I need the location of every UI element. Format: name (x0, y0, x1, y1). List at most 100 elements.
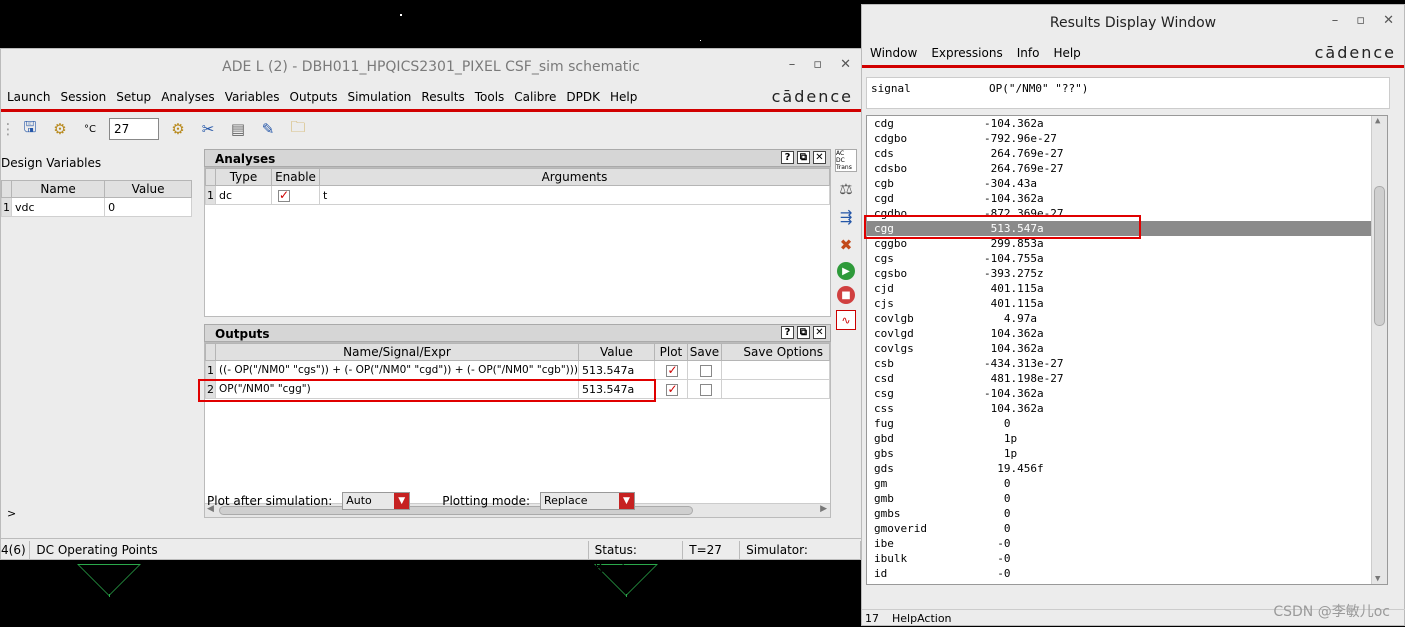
temperature-input[interactable]: 27 (109, 118, 159, 140)
result-row[interactable]: cgb -304.43a (867, 176, 1387, 191)
result-row[interactable]: cgs -104.755a (867, 251, 1387, 266)
open-folder-icon[interactable]: 🗀 (287, 118, 309, 140)
menu-results[interactable]: Results (421, 90, 464, 104)
save-checkbox[interactable] (699, 364, 712, 377)
table-row[interactable]: 1 vdc 0 (1, 197, 192, 217)
output-value-cell[interactable]: 513.547a (577, 360, 655, 380)
menu-info[interactable]: Info (1017, 46, 1040, 60)
menu-help[interactable]: Help (610, 90, 637, 104)
result-row[interactable]: gbd 1p (867, 431, 1387, 446)
vertical-scrollbar[interactable]: ▲ ▼ (1371, 116, 1387, 584)
plot-outputs-icon[interactable]: ∿ (836, 310, 856, 330)
plot-checkbox[interactable] (666, 382, 679, 396)
result-row[interactable]: cdgbo -792.96e-27 (867, 131, 1387, 146)
enable-checkbox[interactable] (278, 188, 290, 202)
result-row[interactable]: id -0 (867, 566, 1387, 581)
result-row[interactable]: cdg -104.362a (867, 116, 1387, 131)
float-icon[interactable]: ⧉ (797, 151, 810, 164)
delete-icon[interactable]: ✖ (835, 234, 857, 256)
plotting-mode-select[interactable]: Replace ▼ (540, 492, 636, 510)
menu-variables[interactable]: Variables (225, 90, 280, 104)
run-simulation-icon[interactable]: ▶ (837, 262, 855, 280)
output-save-options-cell[interactable] (720, 360, 831, 380)
var-value-cell[interactable]: 0 (104, 197, 192, 217)
menu-setup[interactable]: Setup (116, 90, 151, 104)
plot-after-select[interactable]: Auto ▼ (342, 492, 411, 510)
setup-icon[interactable]: ⚙ (167, 118, 189, 140)
load-state-icon[interactable]: ⚙ (49, 118, 71, 140)
result-row[interactable]: gmoverid 0 (867, 521, 1387, 536)
result-row[interactable]: csd 481.198e-27 (867, 371, 1387, 386)
menu-tools[interactable]: Tools (475, 90, 505, 104)
output-expr-cell[interactable]: ((- OP("/NM0" "cgs")) + (- OP("/NM0" "cg… (215, 360, 579, 380)
result-row[interactable]: csb -434.313e-27 (867, 356, 1387, 371)
table-row[interactable]: 1 ((- OP("/NM0" "cgs")) + (- OP("/NM0" "… (205, 360, 831, 380)
result-row[interactable]: idc -0 (867, 581, 1387, 584)
edit-icon[interactable]: ✎ (257, 118, 279, 140)
output-save-options-cell[interactable] (720, 379, 831, 399)
close-icon[interactable]: ✕ (840, 57, 851, 72)
table-row[interactable]: 1 dc t (205, 185, 830, 205)
maximize-icon[interactable]: ▫ (813, 57, 822, 72)
result-row[interactable]: fug 0 (867, 416, 1387, 431)
result-row[interactable]: csg -104.362a (867, 386, 1387, 401)
maximize-icon[interactable]: ▫ (1356, 13, 1365, 28)
menu-session[interactable]: Session (60, 90, 106, 104)
result-row[interactable]: cgd -104.362a (867, 191, 1387, 206)
save-state-icon[interactable]: 🖫 (19, 118, 41, 140)
result-row[interactable]: cjd 401.115a (867, 281, 1387, 296)
scrollbar-thumb[interactable] (1374, 186, 1385, 326)
result-row[interactable]: cdsbo 264.769e-27 (867, 161, 1387, 176)
save-checkbox[interactable] (699, 383, 712, 396)
select-design-icon[interactable]: ✂ (197, 118, 219, 140)
output-plot-cell[interactable] (653, 379, 688, 399)
analysis-choice-icon[interactable]: AC DC Trans (835, 149, 857, 172)
tune-icon[interactable]: ⚖ (835, 178, 857, 200)
result-row[interactable]: gbs 1p (867, 446, 1387, 461)
analysis-enable-cell[interactable] (271, 185, 320, 205)
result-row[interactable]: covlgb 4.97a (867, 311, 1387, 326)
menu-dpdk[interactable]: DPDK (566, 90, 600, 104)
output-save-cell[interactable] (686, 360, 722, 380)
outputs-setup-icon[interactable]: ⇶ (835, 206, 857, 228)
result-row[interactable]: ibulk -0 (867, 551, 1387, 566)
minimize-icon[interactable]: – (1332, 13, 1339, 28)
menu-help[interactable]: Help (1053, 46, 1080, 60)
scroll-up-icon[interactable]: ▲ (1375, 116, 1380, 126)
results-list[interactable]: cdg -104.362a cdgbo -792.96e-27 cds 264.769e… (866, 115, 1388, 585)
scroll-down-icon[interactable]: ▼ (1375, 574, 1380, 584)
float-icon[interactable]: ⧉ (797, 326, 810, 339)
result-row[interactable]: gmbs 0 (867, 506, 1387, 521)
menu-outputs[interactable]: Outputs (290, 90, 338, 104)
result-row[interactable]: covlgs 104.362a (867, 341, 1387, 356)
menu-window[interactable]: Window (870, 46, 917, 60)
result-row[interactable]: gmb 0 (867, 491, 1387, 506)
result-row[interactable]: cgsbo -393.275z (867, 266, 1387, 281)
scroll-right-icon[interactable]: ▶ (820, 504, 827, 514)
result-row[interactable]: cjs 401.115a (867, 296, 1387, 311)
menu-expressions[interactable]: Expressions (931, 46, 1002, 60)
analysis-type-cell[interactable]: dc (215, 185, 272, 205)
close-icon[interactable]: ✕ (813, 151, 826, 164)
result-row[interactable]: ibe -0 (867, 536, 1387, 551)
netlist-icon[interactable]: ▤ (227, 118, 249, 140)
menu-calibre[interactable]: Calibre (514, 90, 556, 104)
help-icon[interactable]: ? (781, 151, 794, 164)
minimize-icon[interactable]: – (789, 57, 796, 72)
menu-launch[interactable]: Launch (7, 90, 50, 104)
design-variables-area[interactable] (1, 180, 194, 504)
result-row[interactable]: gm 0 (867, 476, 1387, 491)
result-row[interactable]: gds 19.456f (867, 461, 1387, 476)
result-row[interactable]: covlgd 104.362a (867, 326, 1387, 341)
close-icon[interactable]: ✕ (1383, 13, 1394, 28)
result-row[interactable]: cds 264.769e-27 (867, 146, 1387, 161)
stop-simulation-icon[interactable]: ■ (837, 286, 855, 304)
var-name-cell[interactable]: vdc (10, 197, 106, 217)
help-icon[interactable]: ? (781, 326, 794, 339)
output-save-cell[interactable] (686, 379, 722, 399)
analysis-args-cell[interactable]: t (319, 185, 830, 205)
plot-checkbox[interactable] (666, 363, 679, 377)
result-row[interactable]: css 104.362a (867, 401, 1387, 416)
menu-simulation[interactable]: Simulation (347, 90, 411, 104)
output-plot-cell[interactable] (653, 360, 688, 380)
